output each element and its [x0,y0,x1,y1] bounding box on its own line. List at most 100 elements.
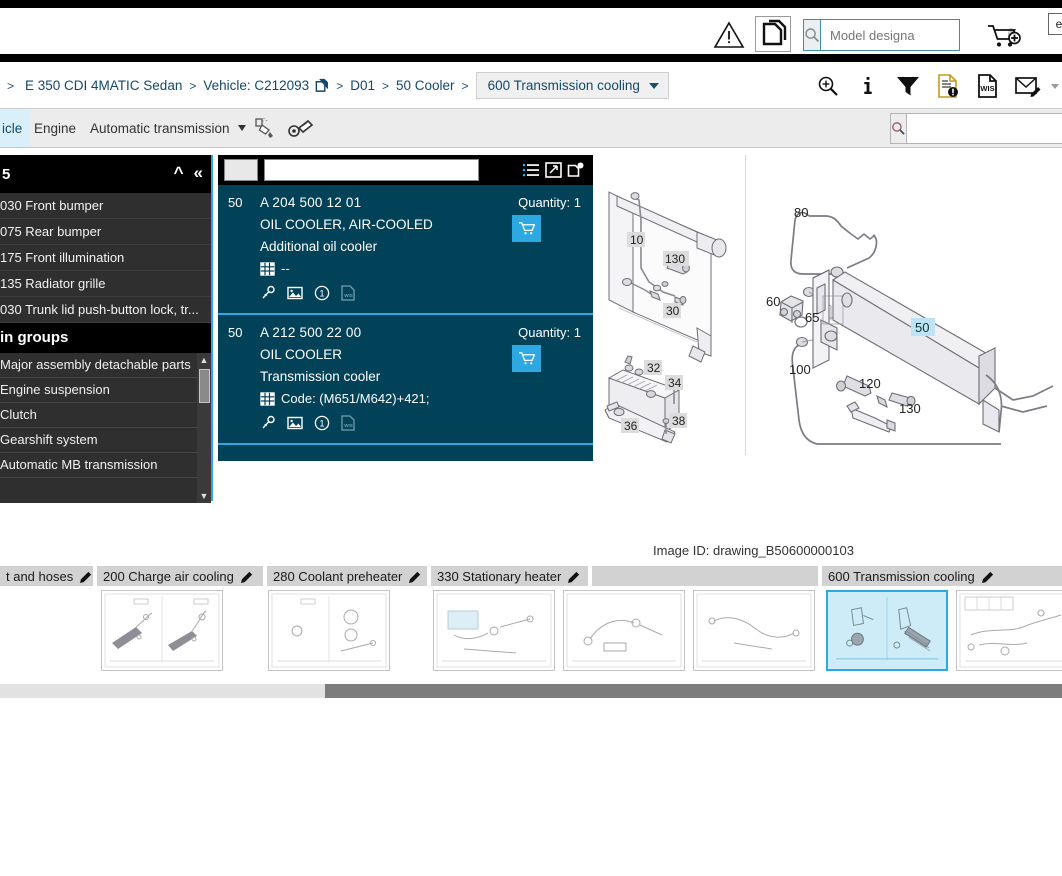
sidebar-item-front-illumination[interactable]: 175 Front illumination [0,245,211,271]
part-code-row: -- [260,261,593,276]
breadcrumb-item-vehicle-model[interactable]: E 350 CDI 4MATIC Sedan [25,78,182,93]
image-icon[interactable] [287,285,303,301]
sidebar-item-radiator-grille[interactable]: 135 Radiator grille [0,271,211,297]
list-item[interactable] [433,590,555,671]
document-alert-icon[interactable] [928,66,968,106]
wis-document-icon[interactable]: WIS [968,66,1008,106]
chevron-up-icon[interactable]: ^ [174,162,184,184]
module-search-box[interactable] [890,113,1062,144]
svg-text:130: 130 [899,401,921,416]
scroll-down-arrow-icon[interactable]: ▼ [197,489,211,503]
breadcrumb-item-vehicle[interactable]: Vehicle: C212093 [203,78,309,93]
drawing-tab-strip: t and hoses 200 Charge air cooling 280 C… [0,566,1062,586]
edit-pencil-icon[interactable] [80,570,93,583]
sidebar-item-trunk-lid-lock[interactable]: 030 Trunk lid push-button lock, tr... [0,297,211,323]
key-icon[interactable] [260,285,276,301]
sidebar-item-front-bumper[interactable]: 030 Front bumper [0,193,211,219]
tab-engine[interactable]: Engine [34,109,76,147]
sidebar-group-clutch[interactable]: Clutch [0,403,211,428]
model-search-input[interactable] [821,21,1008,49]
parts-list-panel: 50 A 204 500 12 01 OIL COOLER, AIR-COOLE… [218,155,593,461]
drawing-tab-coolant-preheater[interactable]: 280 Coolant preheater [267,566,429,586]
list-item[interactable] [826,590,948,671]
table-row[interactable]: 50 A 204 500 12 01 OIL COOLER, AIR-COOLE… [218,185,593,315]
copy-documents-icon[interactable] [755,16,791,52]
list-item[interactable] [101,590,223,671]
parts-diagram[interactable]: 10 130 30 32 34 36 38 80 60 65 100 120 1… [593,155,1062,535]
copy-documents-icon[interactable] [314,78,329,93]
overflow-caret-icon[interactable] [1048,66,1062,106]
svg-text:WIS: WIS [344,423,353,428]
drawing-tab-pipes-hoses[interactable]: t and hoses [0,566,95,586]
part-code-row: Code: (M651/M642)+421; [260,391,593,406]
scroll-up-arrow-icon[interactable]: ▲ [197,353,211,367]
add-to-cart-icon[interactable] [986,21,1022,51]
parts-filter-box[interactable] [224,159,258,181]
quantity-label: Quantity: [518,325,571,340]
table-grid-icon[interactable] [260,261,275,276]
part-quantity: Quantity: 1 [518,195,581,210]
corner-letter-box[interactable]: e [1048,13,1062,35]
search-icon[interactable] [804,20,821,50]
sidebar-item-rear-bumper[interactable]: 075 Rear bumper [0,219,211,245]
sidebar-scrollbar[interactable]: ▲ ▼ [197,353,211,503]
drawing-tab-stationary-heater[interactable]: 330 Stationary heater [431,566,590,586]
scrollbar-thumb[interactable] [325,684,1062,698]
module-search-input[interactable] [907,115,1062,142]
sidebar-group-gearshift-system[interactable]: Gearshift system [0,428,211,453]
parts-search-input[interactable] [264,159,479,181]
search-icon[interactable] [891,114,907,143]
breadcrumb-item-d01[interactable]: D01 [350,78,375,93]
breadcrumb-item-cooler[interactable]: 50 Cooler [396,78,455,93]
key-icon[interactable] [260,415,276,431]
copy-documents-icon[interactable] [567,162,585,178]
thumbnail-image [829,593,945,668]
info-circle-1-icon[interactable]: 1 [314,285,330,301]
tab-engine-label: Engine [34,120,77,136]
image-icon[interactable] [287,415,303,431]
parts-tool-icon[interactable] [287,116,314,140]
part-description: Transmission cooler [260,369,381,384]
edit-pencil-icon[interactable] [240,570,254,583]
edit-pencil-icon[interactable] [409,570,422,583]
list-item[interactable] [693,590,815,671]
tab-automatic-transmission[interactable]: Automatic transmission [90,109,246,147]
filter-funnel-icon[interactable] [888,66,928,106]
list-item[interactable] [268,590,390,671]
wis-document-icon[interactable]: WIS [341,415,355,431]
cart-icon[interactable] [512,345,541,372]
cart-icon[interactable] [512,215,541,242]
expand-arrow-icon[interactable] [545,162,562,178]
drawing-tab-transmission-cooling[interactable]: 600 Transmission cooling [822,566,1062,586]
zoom-in-icon[interactable] [808,66,848,106]
thumbnail-image [959,593,1062,668]
list-item[interactable] [956,590,1062,671]
model-search-box[interactable]: × [803,19,1014,51]
info-circle-1-icon[interactable]: 1 [314,415,330,431]
svg-text:WIS: WIS [980,84,994,93]
horizontal-scrollbar[interactable] [0,684,1062,698]
list-item[interactable] [563,590,685,671]
warning-triangle-icon[interactable] [713,20,745,50]
sidebar-group-engine-suspension[interactable]: Engine suspension [0,378,211,403]
breadcrumb-dropdown-transmission-cooling[interactable]: 600 Transmission cooling [475,72,669,99]
drawing-tab-label: 200 Charge air cooling [103,568,234,584]
sidebar-group-automatic-mb-transmission[interactable]: Automatic MB transmission [0,453,211,478]
mail-edit-icon[interactable] [1008,66,1048,106]
edit-pencil-icon[interactable] [568,570,581,583]
breadcrumb: > E 350 CDI 4MATIC Sedan > Vehicle: C212… [0,62,669,109]
tab-vehicle[interactable]: icle [0,109,31,147]
list-view-icon[interactable] [522,162,540,178]
info-icon[interactable] [848,66,888,106]
double-chevron-left-icon[interactable]: « [194,162,203,184]
wis-document-icon[interactable]: WIS [341,285,355,301]
sidebar-group-major-assembly[interactable]: Major assembly detachable parts [0,353,211,378]
table-grid-icon[interactable] [260,391,275,406]
edit-pencil-icon[interactable] [981,570,995,583]
svg-text:80: 80 [794,205,808,220]
paint-spray-icon[interactable] [253,116,279,140]
scrollbar-thumb[interactable] [199,369,210,403]
drawing-tab-charge-air-cooling[interactable]: 200 Charge air cooling [97,566,265,586]
breadcrumb-separator: > [461,78,469,93]
table-row[interactable]: 50 A 212 500 22 00 OIL COOLER Transmissi… [218,315,593,445]
